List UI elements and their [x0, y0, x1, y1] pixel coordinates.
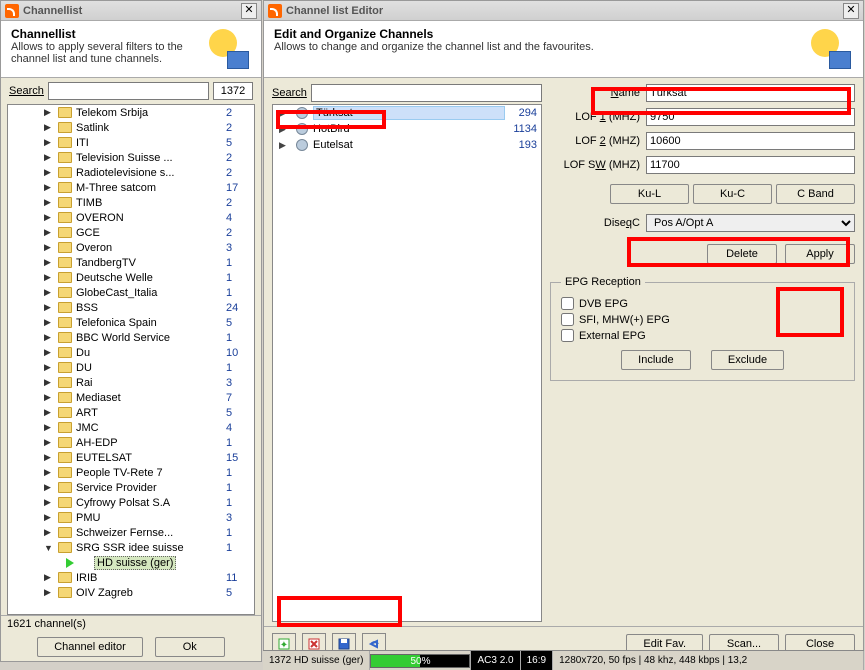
close-icon[interactable]: ✕ — [241, 3, 257, 19]
tree-item[interactable]: ▶OIV Zagreb5 — [8, 585, 254, 600]
titlebar-left: Channellist ✕ — [1, 1, 261, 21]
include-button[interactable]: Include — [621, 350, 691, 370]
lof1-label: LOF 1 (MHZ) — [550, 111, 640, 123]
lof2-label: LOF 2 (MHZ) — [550, 135, 640, 147]
sat-item[interactable]: ▶Eutelsat193 — [273, 137, 541, 153]
sfi-epg-label: SFI, MHW(+) EPG — [579, 314, 670, 326]
lofsw-field[interactable] — [646, 156, 855, 174]
tree-item[interactable]: ▶BSS24 — [8, 300, 254, 315]
tree-item[interactable]: ▶DU1 — [8, 360, 254, 375]
diseqc-select[interactable]: Pos A/Opt A — [646, 214, 855, 232]
diseqc-label: DiseqC — [550, 217, 640, 229]
left-header: Channellist Allows to apply several filt… — [1, 21, 261, 78]
window-title-right: Channel list Editor — [286, 5, 843, 17]
sat-item[interactable]: ▶HotBird1134 — [273, 121, 541, 137]
tree-item[interactable]: ▶ITI5 — [8, 135, 254, 150]
tree-item[interactable]: ▶People TV-Rete 71 — [8, 465, 254, 480]
tree-item[interactable]: ▶Overon3 — [8, 240, 254, 255]
satdish-icon — [809, 27, 853, 71]
left-btn-row: Channel editor Ok — [1, 633, 261, 661]
channel-list-editor-window: Channel list Editor ✕ Edit and Organize … — [263, 0, 864, 662]
apply-button[interactable]: Apply — [785, 244, 855, 264]
tree-item[interactable]: ▶Rai3 — [8, 375, 254, 390]
tree-item[interactable]: ▶GlobeCast_Italia1 — [8, 285, 254, 300]
tree-item[interactable]: ▶Telekom Srbija2 — [8, 105, 254, 120]
lofsw-label: LOF SW (MHZ) — [550, 159, 640, 171]
lof2-field[interactable] — [646, 132, 855, 150]
tree-item[interactable]: ▶TIMB2 — [8, 195, 254, 210]
tree-item[interactable]: ▶PMU3 — [8, 510, 254, 525]
satdish-icon — [207, 27, 251, 71]
search-input[interactable] — [48, 82, 209, 100]
ku-l-button[interactable]: Ku-L — [610, 184, 689, 204]
statusbar: 1372 HD suisse (ger) 50% AC3 2.0 16:9 12… — [263, 650, 864, 670]
tree-item[interactable]: ▶AH-EDP1 — [8, 435, 254, 450]
ext-epg-label: External EPG — [579, 330, 646, 342]
left-search-row: Search 1372 — [1, 78, 261, 104]
window-title-left: Channellist — [23, 5, 241, 17]
epg-reception-group: EPG Reception DVB EPG SFI, MHW(+) EPG Ex… — [550, 276, 855, 381]
status-left: 1621 channel(s) — [1, 615, 261, 633]
tree-item[interactable]: ▶Service Provider1 — [8, 480, 254, 495]
tree-item[interactable]: ▶Telefonica Spain5 — [8, 315, 254, 330]
sat-item[interactable]: ▶Türksat294 — [273, 105, 541, 121]
tree-item[interactable]: ▶EUTELSAT15 — [8, 450, 254, 465]
exclude-button[interactable]: Exclude — [711, 350, 784, 370]
status-aspect: 16:9 — [521, 651, 553, 670]
right-desc: Allows to change and organize the channe… — [274, 41, 809, 53]
tree-item[interactable]: ▶Deutsche Welle1 — [8, 270, 254, 285]
tree-item[interactable]: ▶Satlink2 — [8, 120, 254, 135]
name-field[interactable] — [646, 84, 855, 102]
tree-item[interactable]: ▶Mediaset7 — [8, 390, 254, 405]
satellite-tree[interactable]: ▶Türksat294▶HotBird1134▶Eutelsat193 — [272, 104, 542, 622]
name-label: Name — [550, 87, 640, 99]
tree-item[interactable]: ▶Schweizer Fernse...1 — [8, 525, 254, 540]
tree-item[interactable]: ▶Radiotelevisione s...2 — [8, 165, 254, 180]
right-desc-title: Edit and Organize Channels — [274, 27, 809, 41]
channel-count: 1372 — [213, 82, 253, 100]
c-band-button[interactable]: C Band — [776, 184, 855, 204]
search-input-right[interactable] — [311, 84, 542, 102]
channellist-window: Channellist ✕ Channellist Allows to appl… — [0, 0, 262, 662]
close-icon[interactable]: ✕ — [843, 3, 859, 19]
channel-tree[interactable]: ▶Telekom Srbija2▶Satlink2▶ITI5▶Televisio… — [7, 104, 255, 615]
ok-button[interactable]: Ok — [155, 637, 225, 657]
rss-icon — [5, 4, 19, 18]
tree-item[interactable]: ▶Du10 — [8, 345, 254, 360]
ku-c-button[interactable]: Ku-C — [693, 184, 772, 204]
tree-item[interactable]: ▶JMC4 — [8, 420, 254, 435]
tree-item-selected[interactable]: HD suisse (ger) — [8, 555, 254, 570]
left-desc: Allows to apply several filters to the c… — [11, 41, 207, 65]
sfi-epg-checkbox[interactable] — [561, 313, 574, 326]
signal-progress: 50% — [370, 654, 470, 668]
rss-icon — [268, 4, 282, 18]
tree-item[interactable]: ▶BBC World Service1 — [8, 330, 254, 345]
lof1-field[interactable] — [646, 108, 855, 126]
tree-item[interactable]: ▶IRIB11 — [8, 570, 254, 585]
search-label: Search — [9, 85, 44, 97]
tree-item[interactable]: ▶ART5 — [8, 405, 254, 420]
tree-item[interactable]: ▶M-Three satcom17 — [8, 180, 254, 195]
epg-legend: EPG Reception — [561, 276, 645, 288]
channel-editor-button[interactable]: Channel editor — [37, 637, 143, 657]
status-info: 1280x720, 50 fps | 48 khz, 448 kbps | 13… — [553, 651, 864, 670]
left-desc-title: Channellist — [11, 27, 207, 41]
status-ac3: AC3 2.0 — [471, 651, 520, 670]
sat-form: Name LOF 1 (MHZ) LOF 2 (MHZ) LOF SW (MHZ… — [550, 82, 855, 622]
search-label-right: Search — [272, 87, 307, 99]
ext-epg-checkbox[interactable] — [561, 329, 574, 342]
dvb-epg-label: DVB EPG — [579, 298, 628, 310]
delete-button[interactable]: Delete — [707, 244, 777, 264]
tree-item[interactable]: ▶OVERON4 — [8, 210, 254, 225]
tree-item[interactable]: ▼SRG SSR idee suisse1 — [8, 540, 254, 555]
status-channel: 1372 HD suisse (ger) — [263, 651, 370, 670]
tree-item[interactable]: ▶Television Suisse ...2 — [8, 150, 254, 165]
tree-item[interactable]: ▶GCE2 — [8, 225, 254, 240]
right-header: Edit and Organize Channels Allows to cha… — [264, 21, 863, 78]
titlebar-right: Channel list Editor ✕ — [264, 1, 863, 21]
dvb-epg-checkbox[interactable] — [561, 297, 574, 310]
tree-item[interactable]: ▶TandbergTV1 — [8, 255, 254, 270]
tree-item[interactable]: ▶Cyfrowy Polsat S.A1 — [8, 495, 254, 510]
